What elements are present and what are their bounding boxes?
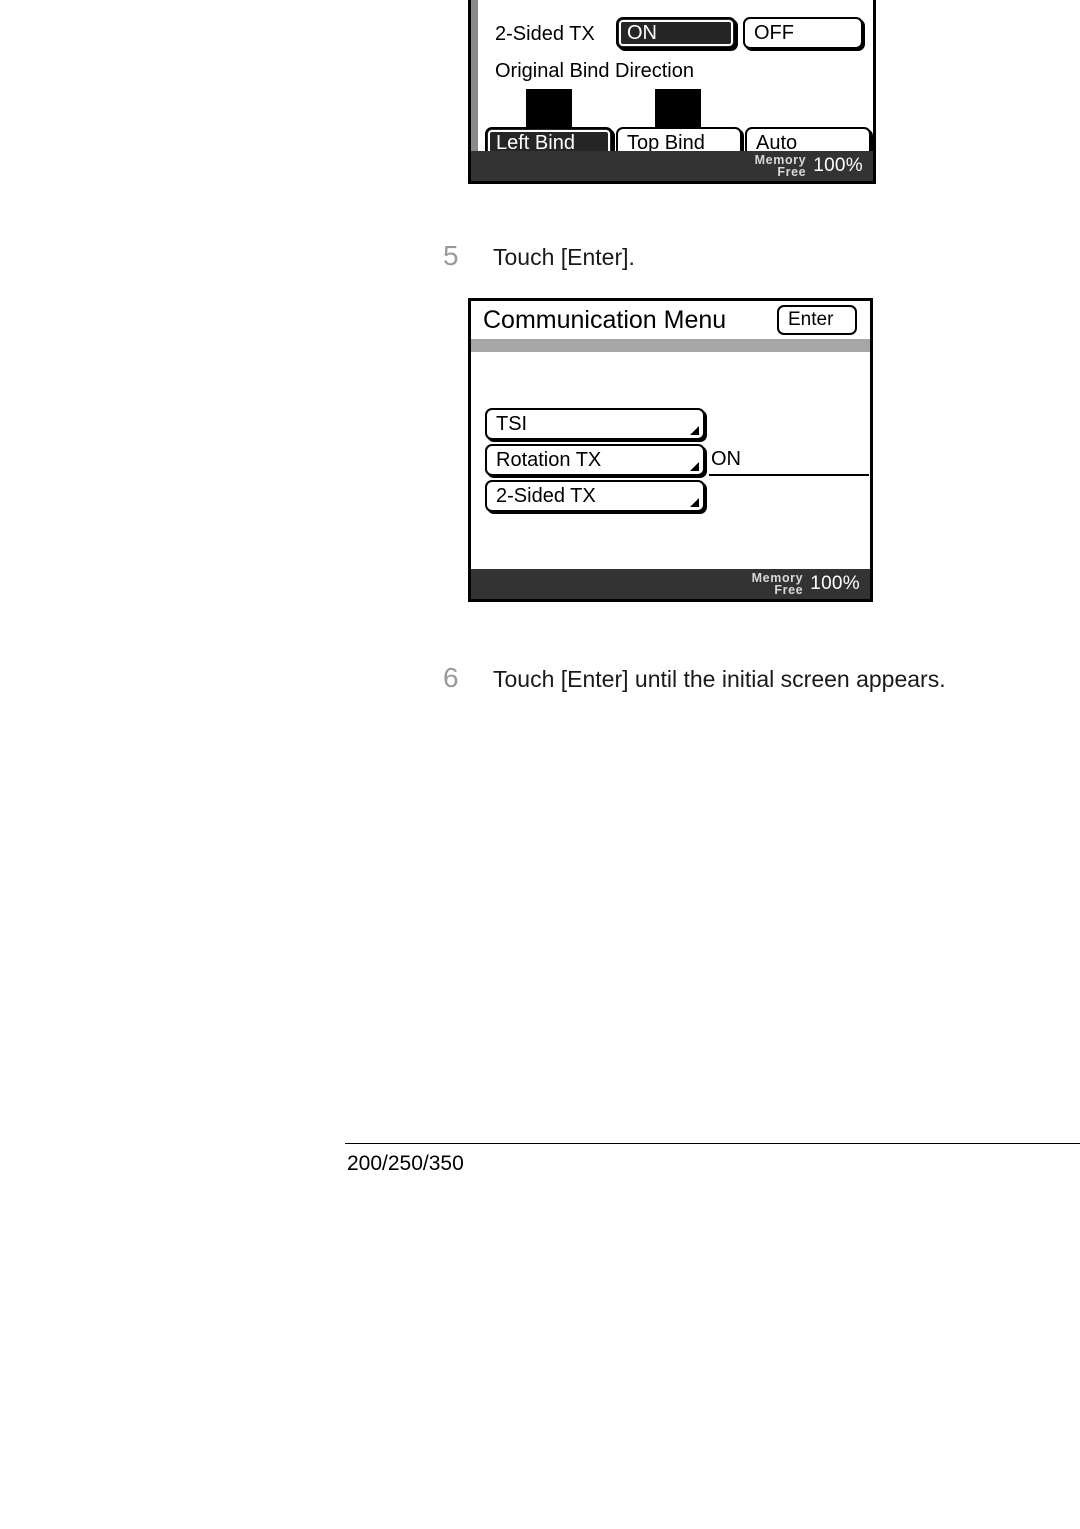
two-sided-tx-screen: 2-Sided TX ON OFF Original Bind Directio… <box>468 0 876 184</box>
two-sided-tx-off-button[interactable]: OFF <box>743 17 863 49</box>
menu-item-rotation-tx-label: Rotation TX <box>496 448 602 471</box>
two-sided-tx-off-label: OFF <box>754 21 794 44</box>
expand-wedge-icon <box>690 498 699 507</box>
communication-menu-screen-body: Communication Menu Enter TSI Rotation TX… <box>471 301 870 599</box>
step-6-number: 6 <box>443 662 459 693</box>
memory-status-bar: Memory Free 100% <box>471 569 870 599</box>
expand-wedge-icon <box>690 426 699 435</box>
menu-item-two-sided-tx-label: 2-Sided TX <box>496 484 596 507</box>
original-bind-direction-label: Original Bind Direction <box>495 60 694 82</box>
memory-label-line2: Free <box>777 165 807 179</box>
menu-item-tsi-label: TSI <box>496 412 528 435</box>
top-bind-icon <box>655 89 701 127</box>
enter-button[interactable]: Enter <box>777 305 857 335</box>
menu-item-tsi-button[interactable]: TSI <box>485 408 705 440</box>
memory-free-percent: 100% <box>810 573 860 594</box>
footer-model-numbers: 200/250/350 <box>347 1152 464 1175</box>
memory-free-percent: 100% <box>813 155 863 176</box>
left-bind-icon <box>526 89 572 127</box>
enter-button-label: Enter <box>788 309 834 330</box>
expand-wedge-icon <box>690 462 699 471</box>
step-5-number: 5 <box>443 240 459 271</box>
memory-status-bar: Memory Free 100% <box>471 151 873 181</box>
memory-free-text: Memory Free <box>755 153 807 179</box>
menu-item-two-sided-tx-button[interactable]: 2-Sided TX <box>485 480 705 512</box>
footer-divider <box>345 1143 1080 1144</box>
rotation-tx-value-underline <box>709 474 869 476</box>
title-separator-band <box>471 339 870 352</box>
two-sided-tx-on-label: ON <box>627 21 657 44</box>
step-5: 5 Touch [Enter]. <box>443 240 635 272</box>
two-sided-tx-row-label: 2-Sided TX <box>495 23 595 45</box>
two-sided-tx-screen-body: 2-Sided TX ON OFF Original Bind Directio… <box>471 0 873 181</box>
step-6: 6 Touch [Enter] until the initial screen… <box>443 662 946 694</box>
memory-free-text: Memory Free <box>752 571 804 597</box>
step-6-text: Touch [Enter] until the initial screen a… <box>493 666 946 692</box>
step-5-text: Touch [Enter]. <box>493 244 635 270</box>
menu-item-rotation-tx-button[interactable]: Rotation TX <box>485 444 705 476</box>
two-sided-tx-on-button[interactable]: ON <box>616 17 736 49</box>
rotation-tx-value: ON <box>711 448 741 470</box>
memory-label-line2: Free <box>774 583 804 597</box>
communication-menu-title: Communication Menu <box>483 306 727 334</box>
communication-menu-screen: Communication Menu Enter TSI Rotation TX… <box>468 298 873 602</box>
